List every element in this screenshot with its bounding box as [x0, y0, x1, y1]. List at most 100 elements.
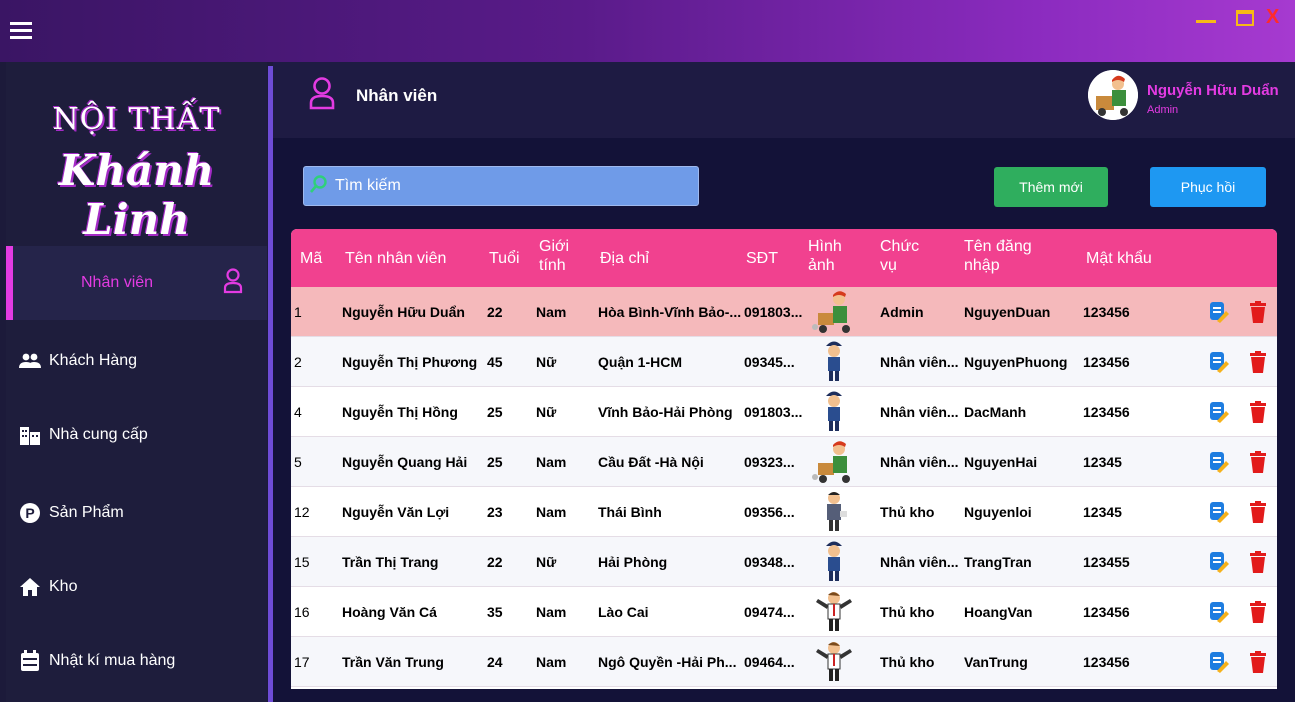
cell-password: 123455: [1083, 554, 1130, 570]
edit-icon[interactable]: [1209, 551, 1229, 578]
page-header: Nhân viên Nguyễn Hữu Duẩn Admin: [273, 62, 1295, 138]
col-header[interactable]: Tên nhân viên: [345, 249, 446, 268]
cell-role: Thủ kho: [880, 654, 935, 670]
edit-icon[interactable]: [1209, 501, 1229, 528]
table-row[interactable]: 2 Nguyễn Thị Phương 45 Nữ Quận 1-HCM 09345...…: [291, 337, 1277, 387]
product-p-icon: P: [19, 503, 41, 523]
edit-icon[interactable]: [1209, 651, 1229, 678]
col-header[interactable]: Địa chỉ: [600, 249, 649, 268]
user-avatar[interactable]: [1088, 70, 1138, 120]
sidebar-item-san-pham[interactable]: P Sản Phẩm: [6, 476, 267, 550]
cell-phone: 09474...: [744, 604, 795, 620]
delete-icon[interactable]: [1250, 401, 1266, 428]
edit-icon[interactable]: [1209, 451, 1229, 478]
delete-icon[interactable]: [1250, 601, 1266, 628]
col-header[interactable]: Mật khẩu: [1086, 249, 1152, 268]
col-header[interactable]: Chức vụ: [880, 237, 920, 275]
cell-gender: Nữ: [536, 404, 557, 420]
sidebar-item-nhat-ki[interactable]: Nhật kí mua hàng: [6, 624, 267, 698]
delete-icon[interactable]: [1250, 651, 1266, 678]
cell-username: NguyenHai: [964, 454, 1038, 470]
hamburger-menu-icon[interactable]: [10, 22, 32, 40]
cell-role: Thủ kho: [880, 504, 935, 520]
delete-icon[interactable]: [1250, 451, 1266, 478]
delete-icon[interactable]: [1250, 351, 1266, 378]
delivery-icon: [810, 439, 858, 485]
table-row[interactable]: 16 Hoàng Văn Cá 35 Nam Lào Cai 09474... Thủ kh…: [291, 587, 1277, 637]
col-header[interactable]: Tên đăng nhập: [964, 237, 1044, 275]
table-row[interactable]: 5 Nguyễn Quang Hải 25 Nam Cầu Đất -Hà Nội 093…: [291, 437, 1277, 487]
sidebar-item-label: Nhật kí mua hàng: [49, 652, 176, 669]
cell-address: Quận 1-HCM: [598, 354, 682, 370]
delete-icon[interactable]: [1250, 501, 1266, 528]
cell-address: Cầu Đất -Hà Nội: [598, 454, 704, 470]
table-row[interactable]: 15 Trần Thị Trang 22 Nữ Hải Phòng 09348... Nhâ…: [291, 537, 1277, 587]
edit-icon[interactable]: [1209, 401, 1229, 428]
table-row[interactable]: 4 Nguyễn Thị Hồng 25 Nữ Vĩnh Bảo-Hải Phòng 09…: [291, 387, 1277, 437]
col-header[interactable]: SĐT: [746, 249, 778, 268]
cell-name: Nguyễn Hữu Duẩn: [342, 304, 465, 320]
table-row[interactable]: 12 Nguyễn Văn Lợi 23 Nam Thái Bình 09356... Th…: [291, 487, 1277, 537]
edit-icon[interactable]: [1209, 301, 1229, 328]
cell-age: 35: [487, 604, 503, 620]
title-bar: [0, 0, 1295, 62]
cell-gender: Nữ: [536, 554, 557, 570]
sidebar-item-khach-hang[interactable]: Khách Hàng: [6, 324, 267, 398]
edit-icon[interactable]: [1209, 351, 1229, 378]
cell-username: VanTrung: [964, 654, 1028, 670]
sidebar-item-label: Khách Hàng: [49, 352, 138, 369]
cell-username: NguyenPhuong: [964, 354, 1068, 370]
person-icon: [309, 77, 335, 110]
cell-password: 12345: [1083, 504, 1122, 520]
cell-role: Admin: [880, 304, 924, 320]
police-icon: [810, 339, 858, 385]
cell-address: Vĩnh Bảo-Hải Phòng: [598, 404, 733, 420]
delete-icon[interactable]: [1250, 551, 1266, 578]
table-row[interactable]: 1 Nguyễn Hữu Duẩn 22 Nam Hòa Bình-Vĩnh Bảo-.…: [291, 287, 1277, 337]
table-row[interactable]: 17 Trần Văn Trung 24 Nam Ngô Quyền -Hải Ph..…: [291, 637, 1277, 687]
sidebar-item-nha-cung-cap[interactable]: Nhà cung cấp: [6, 398, 267, 472]
cell-username: HoangVan: [964, 604, 1033, 620]
cell-id: 1: [294, 304, 302, 320]
cell-name: Trần Thị Trang: [342, 554, 439, 570]
cell-phone: 091803...: [744, 304, 803, 320]
brand-line2: Khánh Linh: [58, 146, 215, 244]
cell-id: 5: [294, 454, 302, 470]
police-icon: [810, 539, 858, 585]
employee-table: Mã Tên nhân viên Tuổi Giới tính Địa chỉ …: [291, 229, 1277, 689]
edit-icon[interactable]: [1209, 601, 1229, 628]
cell-age: 45: [487, 354, 503, 370]
cell-gender: Nam: [536, 454, 567, 470]
cell-role: Thủ kho: [880, 604, 935, 620]
search-input[interactable]: Tìm kiếm: [303, 166, 699, 206]
cell-age: 22: [487, 554, 503, 570]
cell-username: Nguyenloi: [964, 504, 1032, 520]
sidebar-item-label: Kho: [49, 578, 78, 595]
close-button[interactable]: X: [1266, 6, 1279, 29]
cell-name: Trần Văn Trung: [342, 654, 444, 670]
col-header[interactable]: Hình ảnh: [808, 237, 848, 275]
businessman-icon: [810, 639, 858, 685]
cell-role: Nhân viên...: [880, 354, 959, 370]
add-new-button[interactable]: Thêm mới: [994, 167, 1108, 207]
brand-line1: NỘI THẤT: [52, 102, 221, 137]
col-header[interactable]: Giới tính: [539, 237, 577, 275]
cell-phone: 09323...: [744, 454, 795, 470]
police-icon: [810, 389, 858, 435]
minimize-button[interactable]: [1196, 20, 1216, 23]
maximize-button[interactable]: [1236, 10, 1254, 26]
delivery-icon: [810, 289, 858, 335]
sidebar-item-nhan-vien[interactable]: Nhân viên: [6, 246, 267, 320]
cell-age: 25: [487, 404, 503, 420]
restore-button[interactable]: Phục hồi: [1150, 167, 1266, 207]
cell-name: Nguyễn Quang Hải: [342, 454, 468, 470]
sidebar-item-kho[interactable]: Kho: [6, 550, 267, 624]
delete-icon[interactable]: [1250, 301, 1266, 328]
building-icon: [19, 425, 41, 445]
cell-password: 123456: [1083, 654, 1130, 670]
cell-phone: 09464...: [744, 654, 795, 670]
cell-password: 123456: [1083, 604, 1130, 620]
cell-id: 4: [294, 404, 302, 420]
col-header[interactable]: Mã: [300, 249, 322, 268]
col-header[interactable]: Tuổi: [489, 249, 520, 268]
